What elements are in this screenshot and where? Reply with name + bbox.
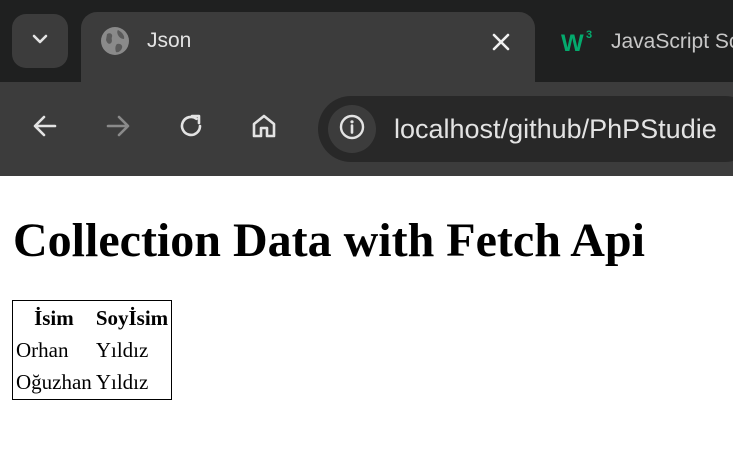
site-info-button[interactable] xyxy=(328,105,376,153)
url-text[interactable]: localhost/github/PhPStudie xyxy=(394,96,717,162)
reload-button[interactable] xyxy=(173,110,209,146)
browser-toolbar: localhost/github/PhPStudie xyxy=(0,82,733,176)
tab-search-button[interactable] xyxy=(12,14,68,68)
home-button[interactable] xyxy=(246,110,282,146)
chevron-down-icon xyxy=(30,29,50,54)
table-header-row: İsim Soyİsim xyxy=(15,303,169,333)
home-icon xyxy=(250,112,278,145)
back-button[interactable] xyxy=(27,110,63,146)
reload-icon xyxy=(177,112,205,145)
tab-title: Json xyxy=(147,29,192,52)
page-content: Collection Data with Fetch Api İsim Soyİ… xyxy=(0,176,733,450)
page-title: Collection Data with Fetch Api xyxy=(13,214,645,267)
tab-javascript[interactable]: W 3 JavaScript Sc xyxy=(545,12,733,70)
column-header-isim: İsim xyxy=(34,306,74,330)
table-cell-isim: Orhan xyxy=(16,338,69,362)
tab-title: JavaScript Sc xyxy=(611,30,733,53)
w3schools-icon: W 3 xyxy=(561,27,595,57)
address-bar[interactable]: localhost/github/PhPStudie xyxy=(318,96,733,162)
svg-text:W: W xyxy=(561,30,584,55)
column-header-soyisim: Soyİsim xyxy=(95,306,169,330)
table-cell-soyisim: Yıldız xyxy=(95,370,149,394)
table-row: Oğuzhan Yıldız xyxy=(15,367,169,397)
info-icon xyxy=(339,114,365,145)
close-icon[interactable] xyxy=(486,27,516,57)
table-cell-isim: Oğuzhan xyxy=(16,370,92,394)
forward-button[interactable] xyxy=(100,110,136,146)
tab-strip: Json W 3 JavaScript Sc xyxy=(0,0,733,92)
data-table: İsim Soyİsim Orhan Yıldız Oğuzhan Yıldız xyxy=(12,300,173,400)
tab-json[interactable]: Json xyxy=(81,12,535,92)
table-row: Orhan Yıldız xyxy=(15,335,169,365)
arrow-right-icon xyxy=(104,112,132,145)
svg-text:3: 3 xyxy=(586,29,592,41)
table-cell-soyisim: Yıldız xyxy=(95,338,149,362)
globe-icon xyxy=(100,26,130,56)
arrow-left-icon xyxy=(31,112,59,145)
